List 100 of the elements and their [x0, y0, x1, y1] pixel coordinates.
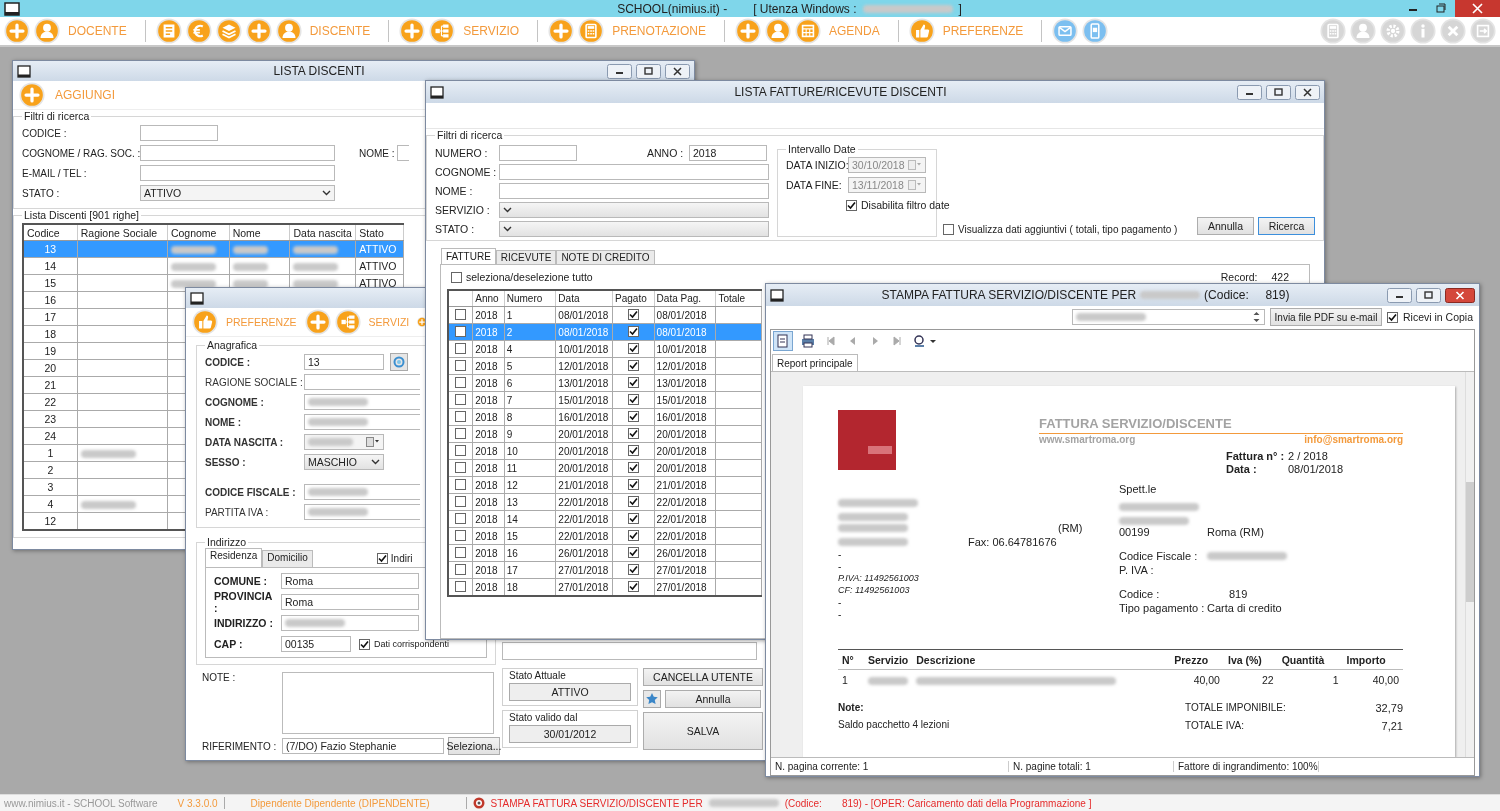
tab[interactable]: RICEVUTE [495, 250, 557, 264]
table-row[interactable]: 2018 14 22/01/2018 22/01/2018 [448, 510, 762, 528]
search-button[interactable]: Ricerca [1258, 217, 1315, 235]
tab[interactable]: NOTE DI CREDITO [556, 250, 655, 264]
print-icon[interactable] [799, 332, 817, 350]
table-row[interactable]: 2018 18 27/01/2018 27/01/2018 [448, 578, 762, 596]
close-button[interactable] [1445, 287, 1475, 303]
input-field[interactable] [304, 374, 420, 390]
checkbox[interactable] [455, 444, 467, 456]
input-field[interactable] [140, 125, 218, 141]
text-area[interactable] [282, 672, 494, 734]
table-row[interactable]: 2018 4 10/01/2018 10/01/2018 [448, 340, 762, 358]
input-field[interactable] [304, 414, 420, 430]
column-header[interactable]: Data nascita [289, 224, 356, 241]
checkbox[interactable] [455, 512, 467, 524]
checkbox[interactable] [455, 342, 467, 354]
cancel-button[interactable]: Annulla [1197, 217, 1254, 235]
checkbox[interactable] [451, 271, 462, 283]
add-icon[interactable] [734, 18, 761, 44]
checkbox[interactable] [1386, 311, 1398, 323]
table-row[interactable]: 2018 15 22/01/2018 22/01/2018 [448, 527, 762, 545]
minimize-button[interactable] [1387, 287, 1412, 303]
column-header[interactable]: Ragione Sociale [77, 224, 168, 241]
input-field[interactable] [499, 183, 769, 199]
checkbox[interactable] [455, 325, 467, 337]
dropdown[interactable] [499, 202, 769, 218]
checkbox[interactable] [455, 529, 467, 541]
table-row[interactable]: 2018 10 20/01/2018 20/01/2018 [448, 442, 762, 460]
spinner-icon[interactable] [1251, 310, 1261, 324]
table-row[interactable]: 2018 13 22/01/2018 22/01/2018 [448, 493, 762, 511]
column-header[interactable]: Pagato [612, 290, 655, 307]
column-header[interactable]: Nome [229, 224, 290, 241]
table-row[interactable]: 2018 12 21/01/2018 21/01/2018 [448, 476, 762, 494]
add-icon[interactable] [4, 18, 30, 44]
input-field[interactable] [397, 145, 409, 161]
thumbs-up-icon[interactable] [908, 18, 935, 44]
minimize-button[interactable] [1237, 84, 1262, 100]
checkbox[interactable] [455, 410, 467, 422]
checkbox[interactable] [376, 553, 388, 564]
euro-icon[interactable] [185, 18, 212, 44]
checkbox[interactable] [455, 376, 467, 388]
checkbox[interactable] [455, 461, 467, 473]
checkbox[interactable] [455, 308, 467, 320]
select-button[interactable]: Seleziona... [448, 737, 500, 755]
send-email-button[interactable]: Invia file PDF su e-mail [1269, 308, 1382, 326]
save-button[interactable]: SALVA [643, 712, 763, 750]
cancel-button[interactable]: Annulla [665, 690, 761, 708]
table-row[interactable]: 2018 8 16/01/2018 16/01/2018 [448, 408, 762, 426]
add-icon[interactable] [19, 82, 45, 108]
input-field[interactable] [304, 484, 420, 500]
refresh-button[interactable] [390, 353, 408, 371]
person-icon[interactable] [34, 18, 60, 44]
column-header[interactable]: Numero [504, 290, 556, 307]
input-field[interactable] [502, 642, 757, 660]
checkbox[interactable] [455, 563, 467, 575]
input-field[interactable] [499, 145, 577, 161]
person-icon[interactable] [764, 18, 791, 44]
input-field[interactable]: (7/DO) Fazio Stephanie [282, 738, 444, 754]
add-icon[interactable] [245, 18, 272, 44]
checkbox[interactable] [359, 638, 370, 650]
checkbox[interactable] [455, 580, 467, 592]
input-field[interactable]: Roma [281, 573, 419, 589]
checkbox[interactable] [455, 495, 467, 507]
input-field[interactable]: 2018 [689, 145, 767, 161]
email-field[interactable] [1071, 309, 1265, 325]
table-row[interactable]: 2018 17 27/01/2018 27/01/2018 [448, 561, 762, 579]
phone-icon[interactable] [1082, 18, 1109, 44]
add-icon[interactable] [304, 309, 331, 335]
table-row[interactable]: 2018 6 13/01/2018 13/01/2018 [448, 374, 762, 392]
close-button[interactable] [1455, 0, 1500, 17]
close-button[interactable] [665, 63, 690, 79]
column-header[interactable]: Totale [715, 290, 762, 307]
mail-icon[interactable] [1052, 18, 1079, 44]
delete-user-button[interactable]: CANCELLA UTENTE [643, 668, 763, 686]
checkbox[interactable] [455, 359, 467, 371]
column-header[interactable]: Data [555, 290, 613, 307]
table-row[interactable]: 2018 16 26/01/2018 26/01/2018 [448, 544, 762, 562]
table-row[interactable]: 2018 1 08/01/2018 08/01/2018 [448, 306, 762, 324]
layers-icon[interactable] [215, 18, 242, 44]
input-field[interactable]: 13 [304, 354, 384, 370]
input-field[interactable] [304, 504, 420, 520]
table-row[interactable]: 2018 9 20/01/2018 20/01/2018 [448, 425, 762, 443]
star-button[interactable] [643, 690, 661, 708]
input-field[interactable]: Roma [281, 594, 419, 610]
table-row[interactable]: 2018 7 15/01/2018 15/01/2018 [448, 391, 762, 409]
date-picker[interactable] [304, 434, 384, 450]
tab[interactable]: FATTURE [441, 248, 496, 264]
checkbox[interactable] [943, 224, 954, 235]
input-field[interactable] [140, 165, 335, 181]
column-header[interactable]: Cognome [167, 224, 230, 241]
input-field[interactable] [281, 615, 419, 631]
dropdown[interactable]: MASCHIO [304, 454, 384, 470]
maximize-button[interactable] [636, 63, 661, 79]
checkbox[interactable] [455, 546, 467, 558]
column-header[interactable]: Stato [355, 224, 404, 241]
tree-icon[interactable] [429, 18, 456, 44]
dropdown[interactable] [499, 221, 769, 237]
tab[interactable]: Domicilio [262, 550, 313, 567]
document-icon[interactable] [155, 18, 182, 44]
column-header[interactable]: Codice [23, 224, 78, 241]
